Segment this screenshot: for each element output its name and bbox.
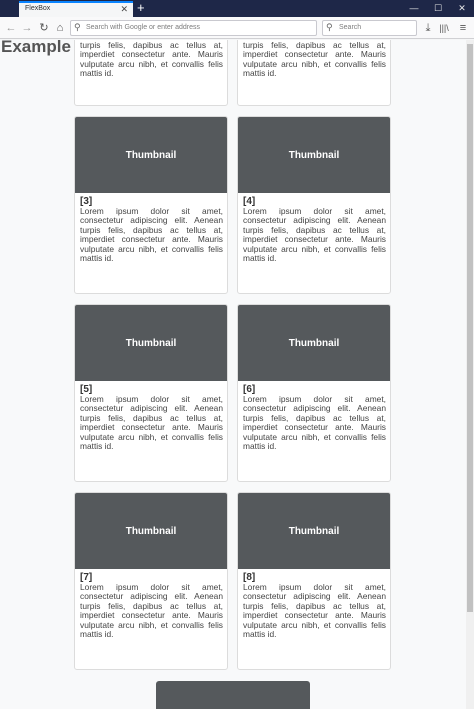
card-number: [5] (80, 384, 93, 395)
card-number: [8] (243, 572, 256, 583)
card-body: Lorem ipsum dolor sit amet, consectetur … (80, 206, 223, 264)
card-number: [6] (243, 384, 256, 395)
minimize-button[interactable]: — (402, 0, 426, 17)
tab-flexbox[interactable]: FlexBox ✕ (19, 1, 133, 17)
card-body: Lorem ipsum dolor sit amet, consectetur … (80, 582, 223, 640)
card-body: Lorem ipsum dolor sit amet, consectetur … (243, 206, 386, 264)
card-number: [4] (243, 196, 256, 207)
card-thumbnail: Thumbnail (75, 117, 227, 193)
search-icon: ⚲ (326, 22, 333, 32)
card-3: Thumbnail [3] Lorem ipsum dolor sit amet… (74, 116, 228, 294)
card-thumbnail: Thumbnail (75, 493, 227, 569)
tab-title: FlexBox (25, 5, 51, 12)
back-arrow-icon[interactable]: ← (3, 20, 19, 36)
scrollbar-thumb[interactable] (467, 44, 473, 612)
card-9 (156, 681, 310, 709)
card-1: turpis felis, dapibus ac tellus at, impe… (74, 40, 228, 106)
close-window-button[interactable]: ✕ (450, 0, 474, 17)
card-6: Thumbnail [6] Lorem ipsum dolor sit amet… (237, 304, 391, 482)
card-number: [3] (80, 196, 93, 207)
browser-titlebar: FlexBox ✕ + — ☐ ✕ (0, 0, 474, 17)
card-body: turpis felis, dapibus ac tellus at, impe… (243, 40, 386, 79)
card-4: Thumbnail [4] Lorem ipsum dolor sit amet… (237, 116, 391, 294)
card-7: Thumbnail [7] Lorem ipsum dolor sit amet… (74, 492, 228, 670)
search-icon: ⚲ (74, 22, 81, 32)
card-body: Lorem ipsum dolor sit amet, consectetur … (243, 582, 386, 640)
card-thumbnail: Thumbnail (238, 117, 390, 193)
browser-toolbar: ← → ↻ ⌂ ⚲ Search with Google or enter ad… (0, 17, 474, 39)
card-number: [7] (80, 572, 93, 583)
page-title: Example Page (1, 40, 74, 56)
card-thumbnail: Thumbnail (238, 493, 390, 569)
card-2: turpis felis, dapibus ac tellus at, impe… (237, 40, 391, 106)
reload-icon[interactable]: ↻ (36, 20, 52, 36)
forward-arrow-icon[interactable]: → (19, 20, 35, 36)
page-viewport: Example Page turpis felis, dapibus ac te… (0, 40, 466, 709)
url-placeholder: Search with Google or enter address (86, 24, 201, 31)
downloads-icon[interactable]: ⤓ (420, 20, 436, 36)
card-body: turpis felis, dapibus ac tellus at, impe… (80, 40, 223, 79)
card-thumbnail: Thumbnail (75, 305, 227, 381)
search-placeholder: Search (339, 24, 362, 31)
library-icon[interactable]: |||\ (436, 20, 452, 36)
card-body: Lorem ipsum dolor sit amet, consectetur … (80, 394, 223, 452)
url-bar[interactable]: ⚲ Search with Google or enter address (70, 20, 317, 36)
home-icon[interactable]: ⌂ (52, 20, 68, 36)
card-5: Thumbnail [5] Lorem ipsum dolor sit amet… (74, 304, 228, 482)
card-8: Thumbnail [8] Lorem ipsum dolor sit amet… (237, 492, 391, 670)
card-thumbnail: Thumbnail (238, 305, 390, 381)
search-bar[interactable]: ⚲ Search (322, 20, 417, 36)
card-body: Lorem ipsum dolor sit amet, consectetur … (243, 394, 386, 452)
card-thumbnail (156, 681, 310, 709)
scrollbar[interactable] (466, 40, 474, 709)
menu-icon[interactable]: ≡ (455, 20, 471, 36)
tab-close-icon[interactable]: ✕ (120, 3, 128, 15)
maximize-button[interactable]: ☐ (426, 0, 450, 17)
new-tab-button[interactable]: + (137, 0, 145, 16)
